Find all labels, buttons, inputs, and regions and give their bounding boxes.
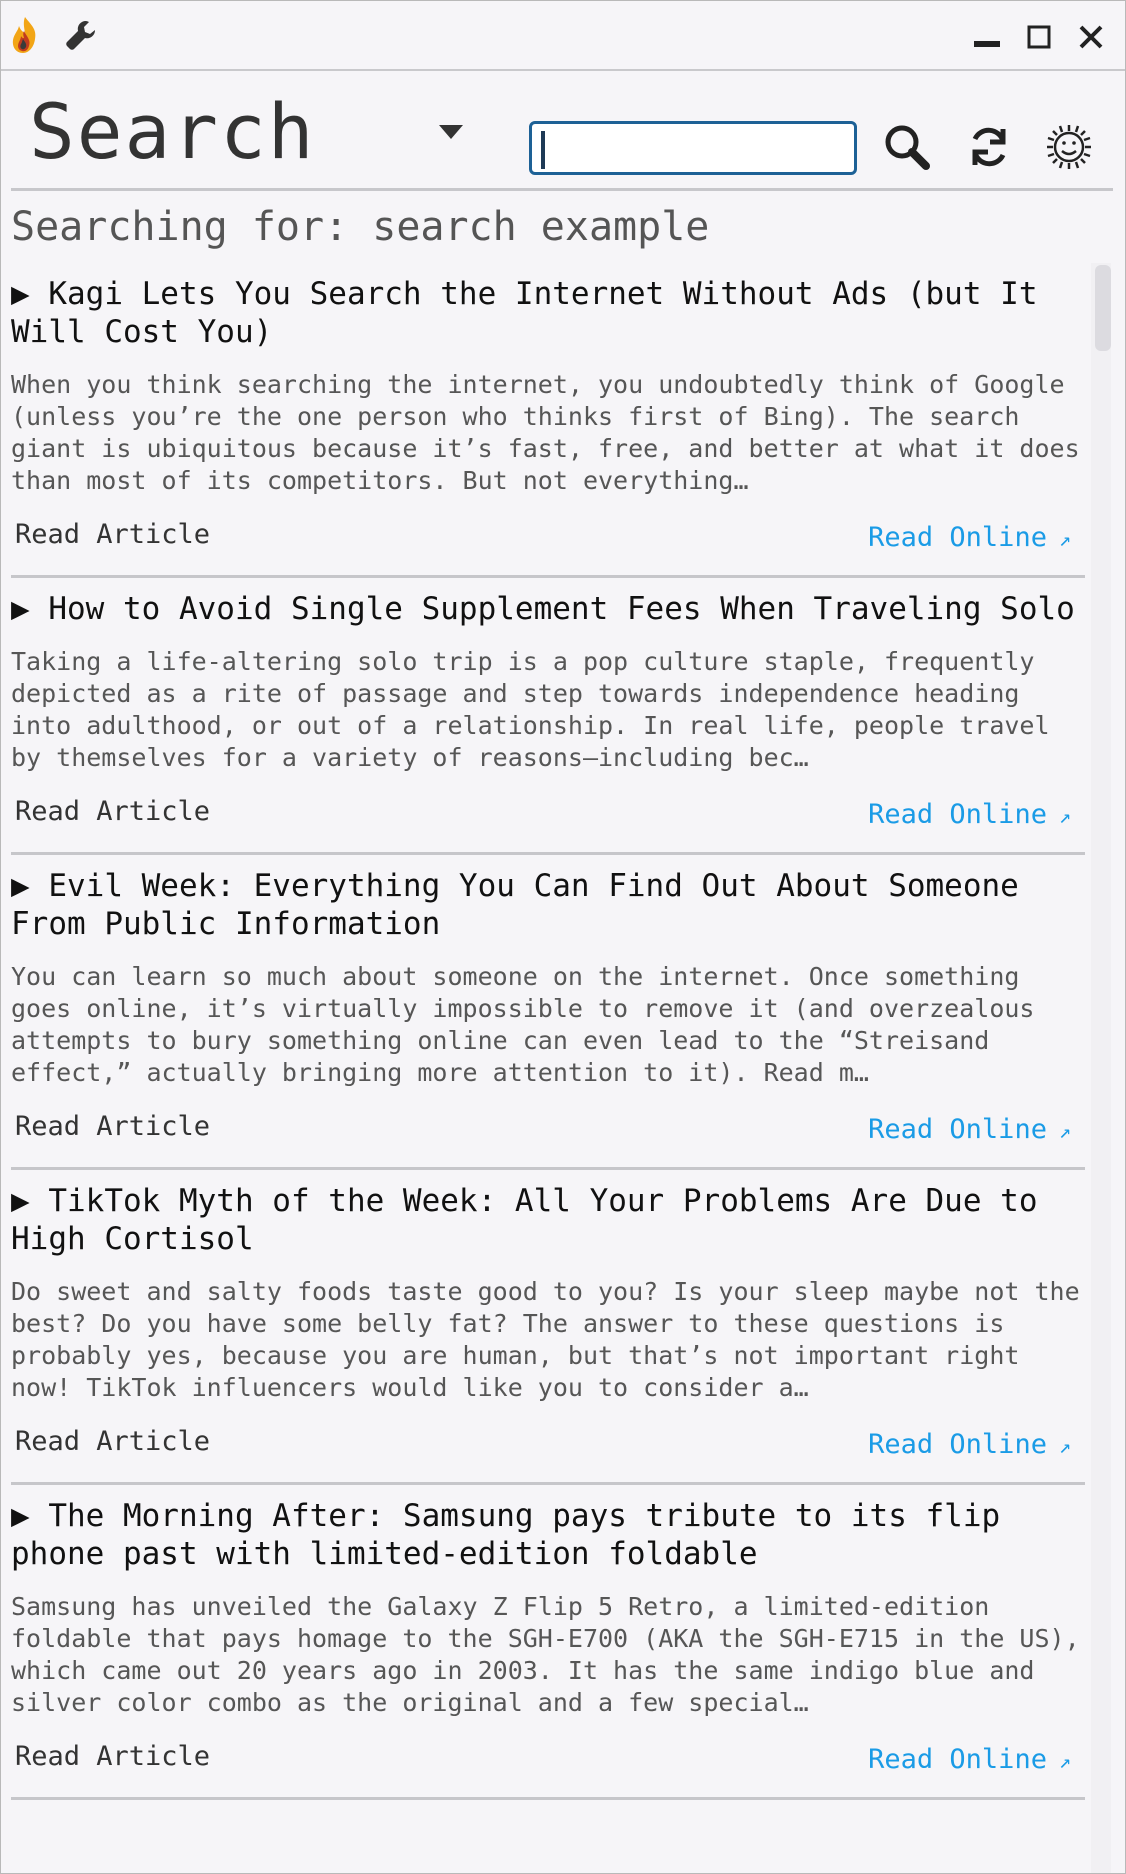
result-title[interactable]: ▶ Evil Week: Everything You Can Find Out… — [11, 855, 1085, 943]
read-online-label: Read Online — [868, 522, 1047, 553]
search-button[interactable] — [877, 117, 937, 177]
result-actions: Read Article Read Online ↗ — [11, 1404, 1085, 1468]
refresh-icon — [972, 127, 1006, 167]
result-title[interactable]: ▶ The Morning After: Samsung pays tribut… — [11, 1485, 1085, 1573]
toolbar-divider — [11, 188, 1113, 191]
external-link-icon: ↗ — [1058, 527, 1071, 551]
external-link-icon: ↗ — [1058, 1434, 1071, 1458]
caret-down-icon[interactable] — [433, 117, 469, 147]
external-link-icon: ↗ — [1058, 1119, 1071, 1143]
close-button[interactable] — [1071, 17, 1111, 57]
result-title[interactable]: ▶ How to Avoid Single Supplement Fees Wh… — [11, 578, 1085, 628]
result-item: ▶ The Morning After: Samsung pays tribut… — [11, 1485, 1085, 1800]
close-icon — [1079, 25, 1103, 49]
read-online-link[interactable]: Read Online ↗ — [868, 1429, 1071, 1460]
maximize-icon — [1027, 25, 1051, 49]
scrollbar-track[interactable] — [1091, 263, 1111, 1873]
result-actions: Read Article Read Online ↗ — [11, 774, 1085, 838]
result-excerpt: Taking a life-altering solo trip is a po… — [11, 647, 1050, 772]
result-excerpt: When you think searching the internet, y… — [11, 370, 1080, 495]
scrollbar-thumb[interactable] — [1095, 265, 1111, 351]
result-title[interactable]: ▶ Kagi Lets You Search the Internet With… — [11, 263, 1085, 351]
read-online-label: Read Online — [868, 799, 1047, 830]
read-online-label: Read Online — [868, 1429, 1047, 1460]
external-link-icon: ↗ — [1058, 1749, 1071, 1773]
search-status: Searching for: search example — [11, 204, 710, 250]
read-article-button[interactable]: Read Article — [15, 1741, 210, 1772]
result-item: ▶ TikTok Myth of the Week: All Your Prob… — [11, 1170, 1085, 1485]
text-caret — [541, 131, 545, 169]
minimize-button[interactable] — [967, 17, 1007, 57]
mode-selector-label[interactable]: Search — [29, 77, 316, 187]
read-article-button[interactable]: Read Article — [15, 1111, 210, 1142]
result-actions: Read Article Read Online ↗ — [11, 1719, 1085, 1783]
read-online-label: Read Online — [868, 1744, 1047, 1775]
result-excerpt: You can learn so much about someone on t… — [11, 962, 1035, 1087]
sun-face-icon — [1047, 125, 1091, 169]
refresh-button[interactable] — [959, 117, 1019, 177]
read-online-link[interactable]: Read Online ↗ — [868, 522, 1071, 553]
read-online-link[interactable]: Read Online ↗ — [868, 1114, 1071, 1145]
result-excerpt: Samsung has unveiled the Galaxy Z Flip 5… — [11, 1592, 1080, 1717]
result-actions: Read Article Read Online ↗ — [11, 1089, 1085, 1153]
result-item: ▶ Evil Week: Everything You Can Find Out… — [11, 855, 1085, 1170]
result-item: ▶ Kagi Lets You Search the Internet With… — [11, 263, 1085, 578]
theme-toggle-button[interactable] — [1039, 117, 1099, 177]
read-online-link[interactable]: Read Online ↗ — [868, 1744, 1071, 1775]
maximize-button[interactable] — [1019, 17, 1059, 57]
magnifier-icon — [885, 125, 930, 170]
minimize-icon — [974, 41, 1000, 47]
read-online-link[interactable]: Read Online ↗ — [868, 799, 1071, 830]
result-item: ▶ How to Avoid Single Supplement Fees Wh… — [11, 578, 1085, 855]
results-list: ▶ Kagi Lets You Search the Internet With… — [11, 263, 1085, 1873]
wrench-icon[interactable] — [61, 15, 101, 55]
app-window: Search Searching for: search example ▶ K… — [0, 0, 1126, 1874]
read-article-button[interactable]: Read Article — [15, 519, 210, 550]
search-input[interactable] — [529, 121, 857, 175]
read-online-label: Read Online — [868, 1114, 1047, 1145]
toolbar: Search — [1, 71, 1125, 189]
title-bar — [1, 1, 1125, 71]
result-title[interactable]: ▶ TikTok Myth of the Week: All Your Prob… — [11, 1170, 1085, 1258]
read-article-button[interactable]: Read Article — [15, 796, 210, 827]
external-link-icon: ↗ — [1058, 804, 1071, 828]
result-actions: Read Article Read Online ↗ — [11, 497, 1085, 561]
flame-icon — [5, 15, 45, 55]
result-divider — [11, 1797, 1085, 1800]
read-article-button[interactable]: Read Article — [15, 1426, 210, 1457]
result-excerpt: Do sweet and salty foods taste good to y… — [11, 1277, 1080, 1402]
